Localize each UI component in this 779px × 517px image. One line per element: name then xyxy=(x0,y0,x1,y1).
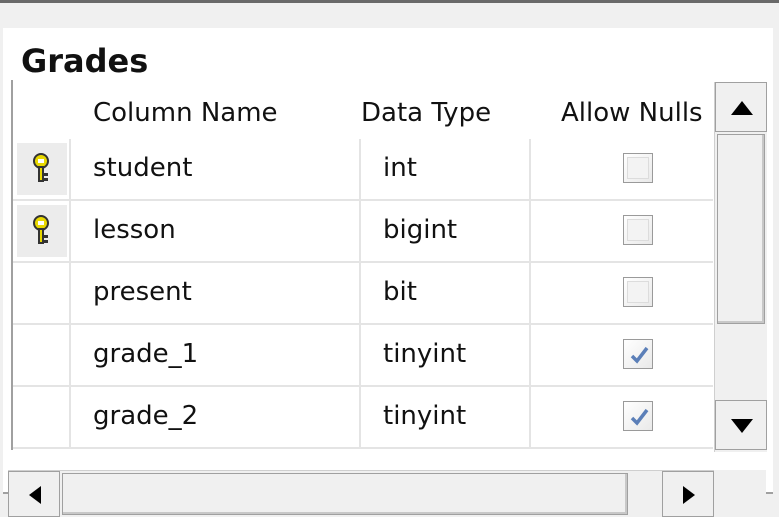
vertical-scroll-thumb[interactable] xyxy=(717,134,765,324)
column-name-header[interactable]: Column Name xyxy=(93,98,278,128)
arrow-right-icon xyxy=(683,486,695,504)
allow-nulls-checkbox[interactable] xyxy=(623,277,653,307)
primary-key-icon xyxy=(17,205,67,257)
horizontal-scroll-thumb[interactable] xyxy=(62,473,628,515)
arrow-left-icon xyxy=(29,486,41,504)
vertical-scrollbar[interactable] xyxy=(714,82,767,452)
column-name-cell[interactable]: present xyxy=(93,277,192,307)
primary-key-icon xyxy=(17,143,67,195)
allow-nulls-checkbox[interactable] xyxy=(623,339,653,369)
data-type-cell[interactable]: bigint xyxy=(383,215,457,245)
table-title: Grades xyxy=(21,42,149,80)
allow-nulls-checkbox[interactable] xyxy=(623,215,653,245)
table-row[interactable]: lesson bigint xyxy=(13,201,713,263)
column-name-cell[interactable]: grade_2 xyxy=(93,401,198,431)
allow-nulls-header[interactable]: Allow Nulls xyxy=(561,98,713,128)
table-row[interactable]: student int xyxy=(13,139,713,201)
scroll-up-button[interactable] xyxy=(715,82,767,132)
table-row[interactable]: grade_1 tinyint xyxy=(13,325,713,387)
arrow-down-icon xyxy=(731,419,753,433)
data-type-cell[interactable]: tinyint xyxy=(383,401,466,431)
checkmark-icon xyxy=(630,346,649,364)
data-type-cell[interactable]: bit xyxy=(383,277,417,307)
data-type-cell[interactable]: tinyint xyxy=(383,339,466,369)
row-selector[interactable] xyxy=(13,387,71,449)
row-selector[interactable] xyxy=(13,139,71,201)
row-selector[interactable] xyxy=(13,201,71,263)
scroll-down-button[interactable] xyxy=(715,400,767,450)
scrollbar-corner xyxy=(714,470,766,516)
scroll-right-button[interactable] xyxy=(662,471,714,517)
window-top-border xyxy=(0,0,779,3)
allow-nulls-checkbox[interactable] xyxy=(623,153,653,183)
column-name-cell[interactable]: grade_1 xyxy=(93,339,198,369)
scroll-left-button[interactable] xyxy=(8,471,60,517)
table-row[interactable]: present bit xyxy=(13,263,713,325)
table-row[interactable]: grade_2 tinyint xyxy=(13,387,713,449)
horizontal-scrollbar[interactable] xyxy=(8,470,714,517)
grid-header: Column Name Data Type Allow Nulls xyxy=(13,80,713,139)
row-selector[interactable] xyxy=(13,325,71,387)
data-type-cell[interactable]: int xyxy=(383,153,417,183)
columns-grid: Column Name Data Type Allow Nulls studen… xyxy=(11,80,713,450)
checkmark-icon xyxy=(630,408,649,426)
data-type-header[interactable]: Data Type xyxy=(361,98,491,128)
column-name-cell[interactable]: student xyxy=(93,153,192,183)
row-selector[interactable] xyxy=(13,263,71,325)
allow-nulls-checkbox[interactable] xyxy=(623,401,653,431)
arrow-up-icon xyxy=(731,101,753,115)
column-name-cell[interactable]: lesson xyxy=(93,215,176,245)
table-designer-window: Grades Column Name Data Type Allow Nulls xyxy=(3,28,773,517)
